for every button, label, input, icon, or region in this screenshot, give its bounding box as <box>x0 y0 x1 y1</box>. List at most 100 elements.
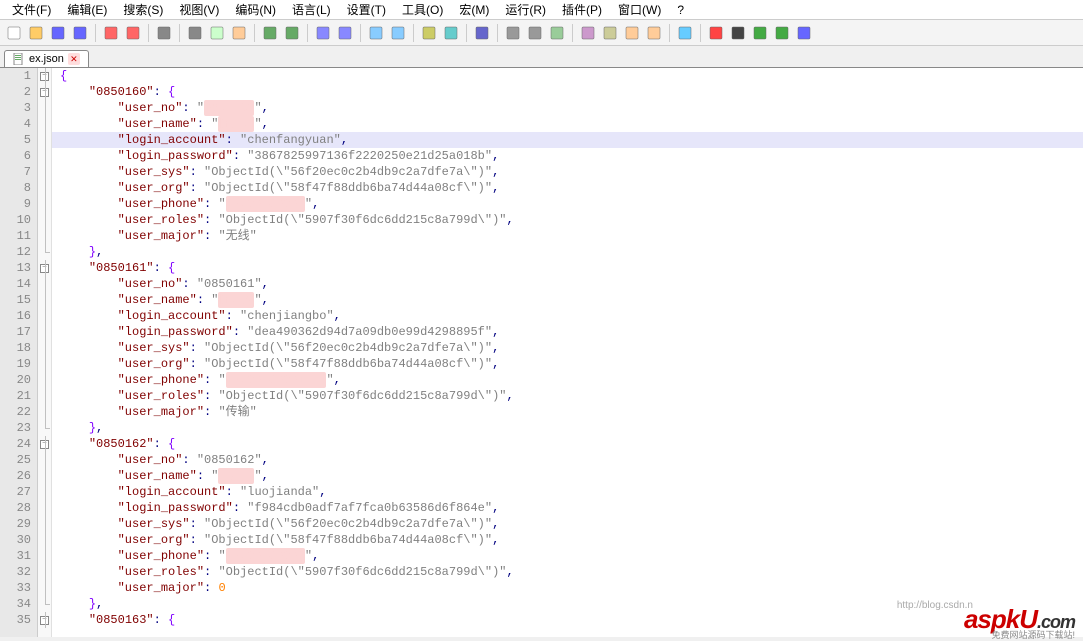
find-button[interactable] <box>313 23 333 43</box>
code-line[interactable]: "user_sys": "ObjectId(\"56f20ec0c2b4db9c… <box>52 516 1083 532</box>
code-line[interactable]: }, <box>52 244 1083 260</box>
fold-marker <box>38 196 51 212</box>
bookmark-button[interactable] <box>441 23 461 43</box>
ws2-button[interactable] <box>525 23 545 43</box>
menu-视图(V)[interactable]: 视图(V) <box>171 0 227 19</box>
code-line[interactable]: "user_org": "ObjectId(\"58f47f88ddb6ba74… <box>52 180 1083 196</box>
menu-宏(M)[interactable]: 宏(M) <box>451 0 497 19</box>
menu-工具(O)[interactable]: 工具(O) <box>394 0 451 19</box>
menu-语言(L)[interactable]: 语言(L) <box>284 0 339 19</box>
undo-button[interactable] <box>260 23 280 43</box>
code-line[interactable]: "user_major": "无线" <box>52 228 1083 244</box>
code-line[interactable]: "user_no": "0850162", <box>52 452 1083 468</box>
eye-button[interactable] <box>675 23 695 43</box>
menu-文件(F)[interactable]: 文件(F) <box>4 0 59 19</box>
code-line[interactable]: "user_no": "0850160", <box>52 100 1083 116</box>
file-tab[interactable]: ex.json ✕ <box>4 50 89 67</box>
code-line[interactable]: "user_no": "0850161", <box>52 276 1083 292</box>
code-editor[interactable]: 1234567891011121314151617181920212223242… <box>0 68 1083 637</box>
cut-button[interactable] <box>185 23 205 43</box>
fold-marker[interactable]: − <box>38 68 51 84</box>
open-file-button[interactable] <box>26 23 46 43</box>
print-button[interactable] <box>154 23 174 43</box>
code-line[interactable]: "login_account": "luojianda", <box>52 484 1083 500</box>
doc1-button[interactable] <box>622 23 642 43</box>
fold-marker[interactable]: − <box>38 612 51 628</box>
code-line[interactable]: "login_password": "f984cdb0adf7af7fca0b6… <box>52 500 1083 516</box>
menu-设置(T)[interactable]: 设置(T) <box>339 0 394 19</box>
code-line[interactable]: "0850161": { <box>52 260 1083 276</box>
undo-icon <box>263 26 277 40</box>
fold-marker <box>38 468 51 484</box>
wordwrap-button[interactable] <box>472 23 492 43</box>
play-multi-button[interactable] <box>772 23 792 43</box>
new-file-button[interactable] <box>4 23 24 43</box>
fold-marker[interactable]: − <box>38 84 51 100</box>
copy-icon <box>210 26 224 40</box>
fold-marker <box>38 548 51 564</box>
zoom-in-button[interactable] <box>366 23 386 43</box>
ws1-button[interactable] <box>503 23 523 43</box>
code-line[interactable]: "user_name": "罗建达", <box>52 468 1083 484</box>
code-line[interactable]: "user_phone": "13800000000", <box>52 196 1083 212</box>
code-line[interactable]: "user_name": "陈江波", <box>52 292 1083 308</box>
func-button[interactable] <box>600 23 620 43</box>
save-button[interactable] <box>48 23 68 43</box>
code-line[interactable]: "user_name": "陈芳园", <box>52 116 1083 132</box>
rec-button[interactable] <box>706 23 726 43</box>
code-line[interactable]: "user_roles": "ObjectId(\"5907f30f6dc6dd… <box>52 212 1083 228</box>
code-line[interactable]: "user_sys": "ObjectId(\"56f20ec0c2b4db9c… <box>52 164 1083 180</box>
fold-marker <box>38 484 51 500</box>
line-number: 28 <box>0 500 37 516</box>
code-line[interactable]: "user_major": 0 <box>52 580 1083 596</box>
paste-button[interactable] <box>229 23 249 43</box>
save-all-button[interactable] <box>70 23 90 43</box>
code-line[interactable]: "0850160": { <box>52 84 1083 100</box>
save-macro-button[interactable] <box>794 23 814 43</box>
copy-button[interactable] <box>207 23 227 43</box>
stop-button[interactable] <box>728 23 748 43</box>
menu-插件(P)[interactable]: 插件(P) <box>554 0 610 19</box>
lang-button[interactable] <box>578 23 598 43</box>
menu-窗口(W)[interactable]: 窗口(W) <box>610 0 669 19</box>
doc2-button[interactable] <box>644 23 664 43</box>
code-line[interactable]: "user_phone": "13800000001 ", <box>52 372 1083 388</box>
zoom-out-button[interactable] <box>388 23 408 43</box>
code-line[interactable]: "user_phone": "13800000002", <box>52 548 1083 564</box>
open-file-icon <box>29 26 43 40</box>
indent-guide-button[interactable] <box>547 23 567 43</box>
toolbar-separator <box>148 24 149 42</box>
menu-?[interactable]: ? <box>669 2 692 18</box>
toolbar-separator <box>669 24 670 42</box>
code-line[interactable]: "user_roles": "ObjectId(\"5907f30f6dc6dd… <box>52 388 1083 404</box>
code-line[interactable]: "user_major": "传输" <box>52 404 1083 420</box>
code-area[interactable]: { "0850160": { "user_no": "0850160", "us… <box>52 68 1083 637</box>
code-line[interactable]: "user_org": "ObjectId(\"58f47f88ddb6ba74… <box>52 356 1083 372</box>
code-line[interactable]: "login_password": "3867825997136f2220250… <box>52 148 1083 164</box>
sync-button[interactable] <box>419 23 439 43</box>
line-number: 9 <box>0 196 37 212</box>
code-line[interactable]: { <box>52 68 1083 84</box>
close-all-button[interactable] <box>123 23 143 43</box>
menu-编码(N)[interactable]: 编码(N) <box>227 0 284 19</box>
tab-close-button[interactable]: ✕ <box>68 53 80 65</box>
fold-marker <box>38 532 51 548</box>
code-line[interactable]: "user_roles": "ObjectId(\"5907f30f6dc6dd… <box>52 564 1083 580</box>
menu-运行(R)[interactable]: 运行(R) <box>497 0 554 19</box>
code-line[interactable]: }, <box>52 420 1083 436</box>
close-button[interactable] <box>101 23 121 43</box>
play-button[interactable] <box>750 23 770 43</box>
code-line[interactable]: "login_password": "dea490362d94d7a09db0e… <box>52 324 1083 340</box>
redo-button[interactable] <box>282 23 302 43</box>
code-line[interactable]: "user_sys": "ObjectId(\"56f20ec0c2b4db9c… <box>52 340 1083 356</box>
code-line[interactable]: "0850162": { <box>52 436 1083 452</box>
fold-marker[interactable]: − <box>38 436 51 452</box>
code-line[interactable]: "0850163": { <box>52 612 1083 628</box>
menu-搜索(S)[interactable]: 搜索(S) <box>115 0 171 19</box>
fold-marker[interactable]: − <box>38 260 51 276</box>
code-line[interactable]: "login_account": "chenfangyuan", <box>52 132 1083 148</box>
menu-编辑(E)[interactable]: 编辑(E) <box>59 0 115 19</box>
code-line[interactable]: "user_org": "ObjectId(\"58f47f88ddb6ba74… <box>52 532 1083 548</box>
replace-button[interactable] <box>335 23 355 43</box>
code-line[interactable]: "login_account": "chenjiangbo", <box>52 308 1083 324</box>
